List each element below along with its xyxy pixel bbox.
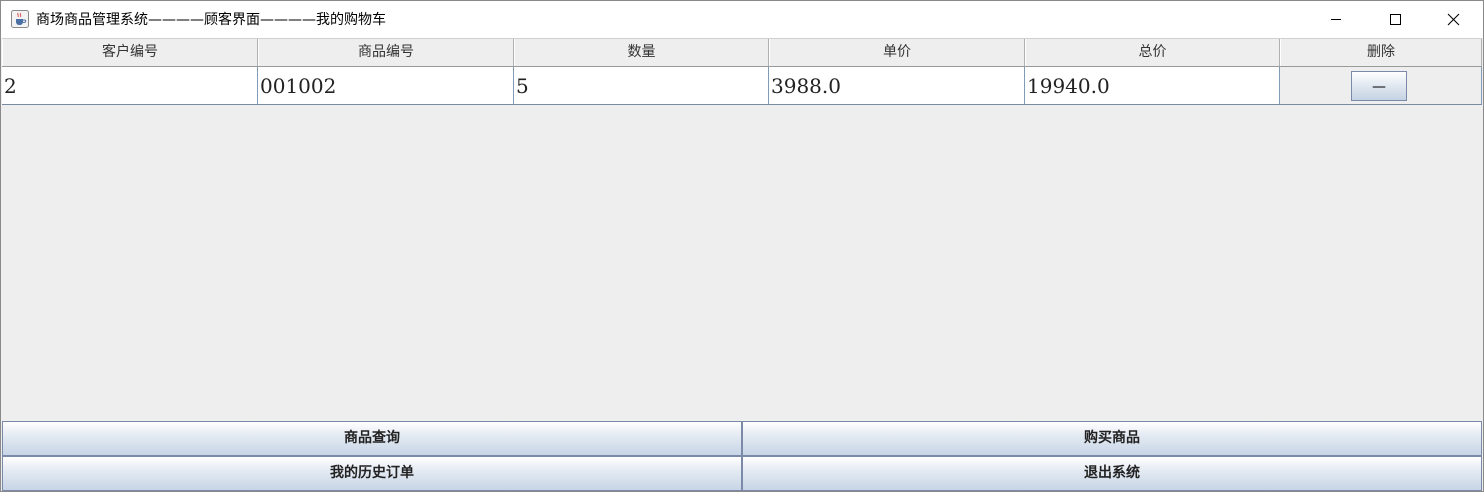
- close-icon: [1447, 13, 1460, 26]
- window-title: 商场商品管理系统————顾客界面————我的购物车: [36, 12, 386, 28]
- cell-delete: —: [1280, 67, 1482, 104]
- product-query-button[interactable]: 商品查询: [2, 421, 742, 456]
- maximize-button[interactable]: [1366, 1, 1424, 38]
- order-history-button[interactable]: 我的历史订单: [2, 456, 742, 491]
- title-bar: 商场商品管理系统————顾客界面————我的购物车: [1, 1, 1483, 38]
- exit-system-button[interactable]: 退出系统: [742, 456, 1482, 491]
- table-header: 客户编号 商品编号 数量 单价 总价 删除: [2, 39, 1482, 67]
- delete-row-button[interactable]: —: [1351, 71, 1407, 101]
- action-buttons: 商品查询 购买商品 我的历史订单 退出系统: [2, 421, 1482, 491]
- cell-product-id[interactable]: 001002: [258, 67, 514, 104]
- cart-window: 商场商品管理系统————顾客界面————我的购物车 客户编号 商品编号 数量 单…: [0, 0, 1484, 492]
- maximize-icon: [1390, 14, 1401, 25]
- cell-unit-price[interactable]: 3988.0: [769, 67, 1025, 104]
- cart-table: 客户编号 商品编号 数量 单价 总价 删除 2 001002 5 3988.0 …: [2, 38, 1482, 421]
- column-header-delete[interactable]: 删除: [1280, 39, 1482, 66]
- java-cup-icon: [11, 10, 29, 28]
- column-header-product-id[interactable]: 商品编号: [258, 39, 514, 66]
- minimize-icon: [1331, 19, 1341, 20]
- cell-total-price[interactable]: 19940.0: [1025, 67, 1280, 104]
- column-header-total-price[interactable]: 总价: [1025, 39, 1280, 66]
- buy-product-button[interactable]: 购买商品: [742, 421, 1482, 456]
- close-button[interactable]: [1425, 1, 1483, 38]
- minimize-button[interactable]: [1307, 1, 1365, 38]
- cell-quantity[interactable]: 5: [514, 67, 769, 104]
- column-header-unit-price[interactable]: 单价: [769, 39, 1025, 66]
- cell-customer-id[interactable]: 2: [2, 67, 258, 104]
- column-header-customer-id[interactable]: 客户编号: [2, 39, 258, 66]
- column-header-quantity[interactable]: 数量: [514, 39, 769, 66]
- table-row: 2 001002 5 3988.0 19940.0 —: [2, 67, 1482, 105]
